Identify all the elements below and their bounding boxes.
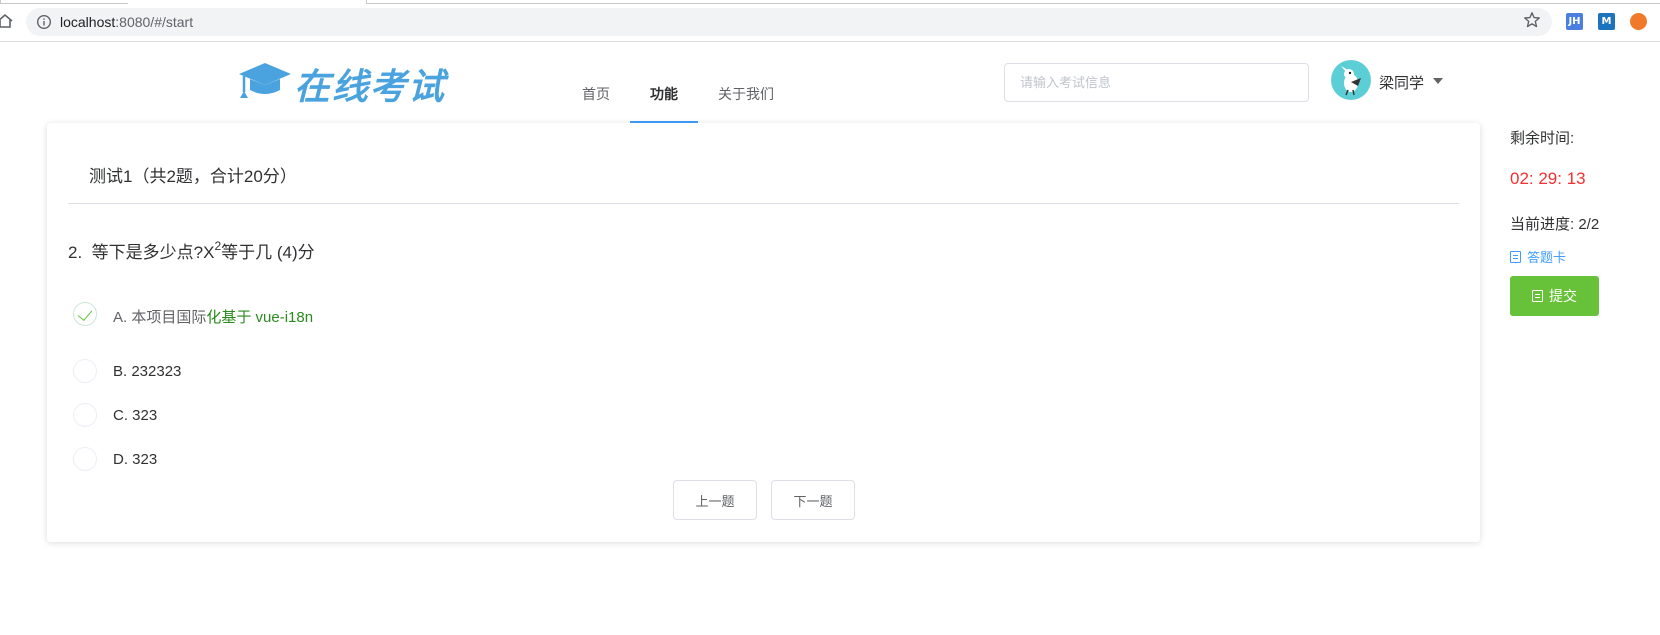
bookmark-star-icon[interactable] (1523, 11, 1541, 29)
question-text: 2. 等下是多少点?X2等于几 (4)分 (68, 238, 315, 263)
title-divider (68, 203, 1459, 204)
logo-text: 在线考试 (294, 66, 447, 108)
option-a-rest: 化基于 vue-i18n (206, 309, 314, 326)
option-d[interactable]: D. 323 (73, 447, 673, 473)
url-host: localhost (60, 14, 116, 30)
check-icon (77, 305, 93, 322)
search-input[interactable] (1004, 63, 1309, 102)
graduation-cap-icon (239, 63, 291, 98)
url-text[interactable]: localhost:8080/#/start (60, 14, 193, 30)
browser-tab[interactable] (0, 0, 128, 4)
jh-extension-icon[interactable]: JH (1566, 13, 1583, 30)
option-label-b: B. 232323 (113, 363, 182, 380)
question-number: 2. (68, 243, 83, 262)
option-radio-b[interactable] (73, 359, 97, 383)
option-radio-c[interactable] (73, 403, 97, 427)
nav-home[interactable]: 首页 (582, 84, 610, 104)
question-text-after: 等于几 (4)分 (221, 243, 315, 262)
nav-features[interactable]: 功能 (650, 84, 678, 104)
option-label-a: A. 本项目国际化基于 vue-i18n (113, 306, 313, 327)
document-icon (1510, 251, 1521, 263)
document-icon (1532, 290, 1543, 302)
next-question-button[interactable]: 下一题 (771, 480, 855, 520)
option-label-d: D. 323 (113, 451, 158, 468)
submit-button[interactable]: 提交 (1510, 276, 1599, 316)
option-label-c: C. 323 (113, 407, 158, 424)
avatar-bird-icon (1341, 66, 1361, 96)
option-b[interactable]: B. 232323 (73, 359, 673, 385)
exam-card: 测试1（共2题，合计20分） 2. 等下是多少点?X2等于几 (4)分 A. 本… (47, 123, 1480, 542)
submit-label: 提交 (1549, 288, 1577, 304)
exam-title: 测试1（共2题，合计20分） (89, 167, 297, 186)
user-name[interactable]: 梁同学 (1379, 72, 1424, 93)
option-a-lead: A. 本项目国际 (113, 309, 207, 326)
answer-card-label: 答题卡 (1527, 250, 1567, 265)
prev-question-button[interactable]: 上一题 (673, 480, 757, 520)
orange-extension-icon[interactable] (1630, 13, 1647, 30)
option-c[interactable]: C. 323 (73, 403, 673, 429)
question-text-before: 等下是多少点?X (91, 243, 215, 262)
site-logo[interactable]: 在线考试 (236, 56, 446, 108)
remaining-time-label: 剩余时间: (1510, 130, 1575, 147)
answer-card-link[interactable]: 答题卡 (1510, 247, 1566, 266)
caret-down-icon[interactable] (1433, 78, 1443, 84)
progress-label: 当前进度: 2/2 (1510, 216, 1600, 233)
info-icon[interactable] (36, 14, 52, 30)
countdown-timer: 02: 29: 13 (1510, 169, 1586, 188)
option-radio-d[interactable] (73, 447, 97, 471)
browser-tab-strip (366, 0, 1660, 4)
nav-about[interactable]: 关于我们 (718, 84, 774, 104)
address-bar[interactable]: localhost:8080/#/start (26, 8, 1552, 36)
home-icon[interactable] (0, 12, 14, 30)
url-path: :8080/#/start (115, 14, 194, 30)
browser-toolbar: localhost:8080/#/start JH M (0, 0, 1660, 42)
option-a[interactable]: A. 本项目国际化基于 vue-i18n (73, 302, 673, 328)
avatar[interactable] (1331, 60, 1371, 100)
m-extension-icon[interactable]: M (1598, 13, 1615, 30)
option-radio-a[interactable] (73, 302, 97, 326)
